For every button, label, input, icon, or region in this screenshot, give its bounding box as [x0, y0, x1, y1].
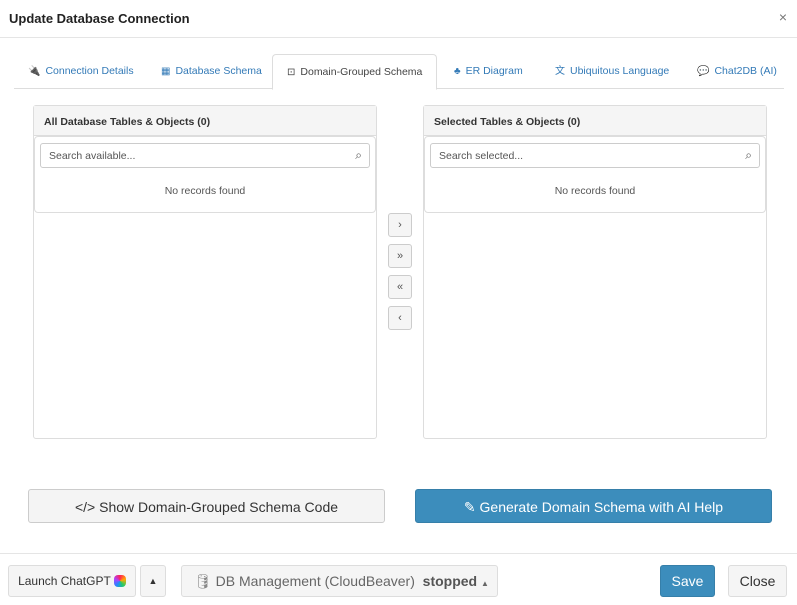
- sitemap-icon: ♣: [454, 66, 461, 77]
- move-left-button[interactable]: ‹: [388, 306, 412, 330]
- code-icon: </>: [74, 499, 100, 515]
- chatgpt-dropdown-toggle[interactable]: ▲: [140, 565, 166, 597]
- comments-icon: 💬: [697, 66, 710, 77]
- tab-label: ER Diagram: [465, 65, 523, 77]
- plug-icon: 🔌: [28, 66, 41, 77]
- close-button[interactable]: Close: [728, 565, 787, 597]
- available-title: All Database Tables & Objects (0): [34, 106, 376, 136]
- search-icon: ⌕: [355, 148, 362, 162]
- move-right-button[interactable]: ›: [388, 213, 412, 237]
- search-available-input[interactable]: Search available... ⌕: [40, 143, 370, 168]
- language-icon: 文: [555, 66, 565, 77]
- button-label: DB Management (CloudBeaver): [215, 573, 415, 589]
- caret-up-icon: ▲: [481, 579, 489, 588]
- caret-up-icon: ▲: [148, 576, 158, 586]
- tab-domain-grouped-schema[interactable]: ⊡ Domain-Grouped Schema: [272, 54, 438, 90]
- tab-chat2db[interactable]: 💬 Chat2DB (AI): [697, 54, 777, 89]
- show-schema-code-button[interactable]: </> Show Domain-Grouped Schema Code: [28, 489, 385, 523]
- button-label: Launch ChatGPT: [18, 574, 111, 588]
- tab-label: Database Schema: [175, 65, 262, 77]
- tab-er-diagram[interactable]: ♣ ER Diagram: [454, 54, 523, 89]
- tab-connection-details[interactable]: 🔌 Connection Details: [28, 54, 134, 89]
- launch-chatgpt-button[interactable]: Launch ChatGPT: [8, 565, 136, 597]
- empty-message: No records found: [164, 185, 246, 197]
- db-management-button[interactable]: 🛢 DB Management (CloudBeaver) stopped ▲: [181, 565, 498, 597]
- copilot-icon: [113, 575, 126, 587]
- dialog-title: Update Database Connection: [9, 11, 190, 26]
- tab-label: Connection Details: [45, 65, 134, 77]
- tab-label: Domain-Grouped Schema: [300, 66, 423, 78]
- object-group-icon: ⊡: [287, 67, 296, 78]
- button-label: Show Domain-Grouped Schema Code: [99, 499, 339, 515]
- tab-label: Ubiquitous Language: [570, 65, 670, 77]
- button-label: Generate Domain Schema with AI Help: [479, 499, 724, 515]
- generate-schema-ai-button[interactable]: ✎ Generate Domain Schema with AI Help: [415, 489, 772, 523]
- database-icon: 🛢: [194, 573, 216, 589]
- dialog-header: Update Database Connection ×: [0, 0, 797, 38]
- tab-label: Chat2DB (AI): [714, 65, 777, 77]
- placeholder: Search selected...: [439, 150, 524, 162]
- placeholder: Search available...: [49, 150, 136, 162]
- search-selected-input[interactable]: Search selected... ⌕: [430, 143, 760, 168]
- available-panel: All Database Tables & Objects (0) Search…: [33, 105, 377, 439]
- tab-bar: 🔌 Connection Details ▦ Database Schema ⊡ Do…: [14, 54, 784, 90]
- magic-wand-icon: ✎: [463, 499, 480, 515]
- selected-title: Selected Tables & Objects (0): [424, 106, 766, 136]
- save-button[interactable]: Save: [660, 565, 715, 597]
- tab-ubiquitous-language[interactable]: 文 Ubiquitous Language: [555, 54, 669, 89]
- selected-panel: Selected Tables & Objects (0) Search sel…: [423, 105, 767, 439]
- table-icon: ▦: [161, 66, 171, 77]
- move-all-left-button[interactable]: «: [388, 275, 412, 299]
- status-badge: stopped: [422, 573, 478, 589]
- close-icon[interactable]: ×: [779, 9, 787, 25]
- move-all-right-button[interactable]: »: [388, 244, 412, 268]
- tab-database-schema[interactable]: ▦ Database Schema: [161, 54, 262, 89]
- empty-message: No records found: [554, 185, 636, 197]
- search-icon: ⌕: [745, 148, 752, 162]
